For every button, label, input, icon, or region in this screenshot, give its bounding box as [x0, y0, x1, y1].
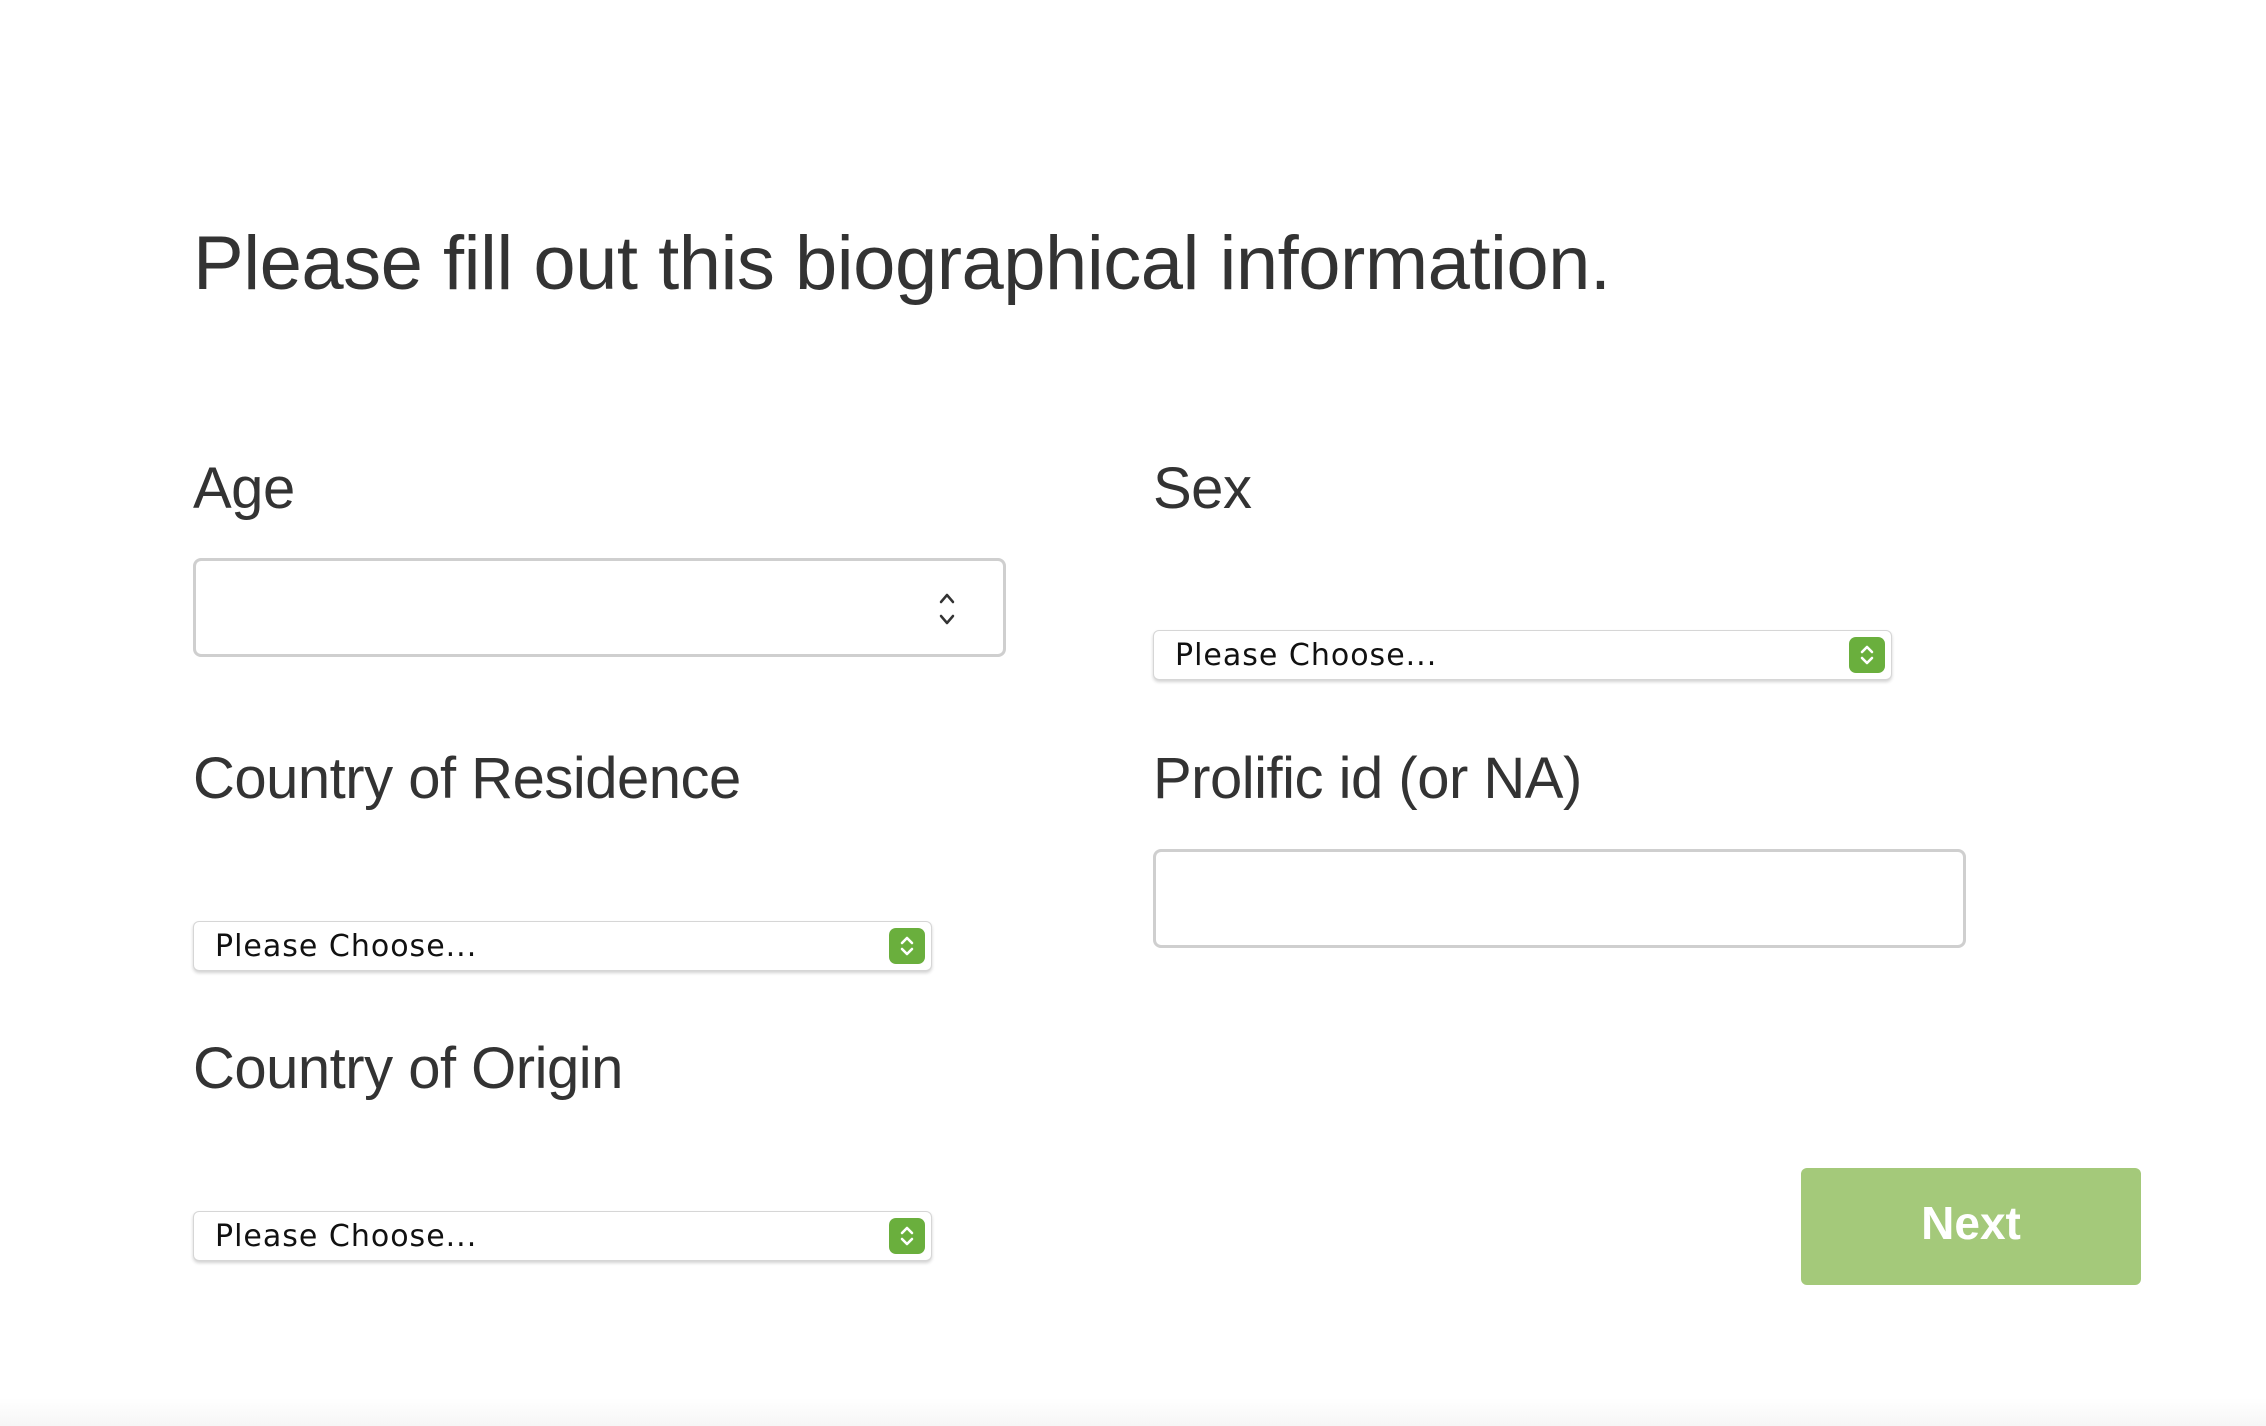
- up-down-chevron-icon: [889, 928, 925, 964]
- up-down-chevron-icon: [889, 1218, 925, 1254]
- age-label: Age: [193, 456, 295, 521]
- country-of-origin-label: Country of Origin: [193, 1036, 623, 1101]
- country-of-origin-select-value: Please Choose...: [215, 1219, 478, 1254]
- country-of-residence-select-value: Please Choose...: [215, 929, 478, 964]
- next-button[interactable]: Next: [1801, 1168, 2141, 1285]
- spinner-up-icon[interactable]: [937, 591, 957, 605]
- age-field[interactable]: [193, 558, 1006, 657]
- sex-select-value: Please Choose...: [1175, 638, 1438, 673]
- country-of-residence-label: Country of Residence: [193, 746, 741, 811]
- page-bottom-edge: [0, 1398, 2266, 1426]
- sex-select[interactable]: Please Choose...: [1153, 630, 1892, 680]
- country-of-origin-select[interactable]: Please Choose...: [193, 1211, 932, 1261]
- number-spinner-icon[interactable]: [937, 591, 957, 627]
- spinner-down-icon[interactable]: [937, 613, 957, 627]
- page-title: Please fill out this biographical inform…: [193, 221, 1611, 306]
- sex-label: Sex: [1153, 456, 1252, 521]
- prolific-id-field[interactable]: [1153, 849, 1966, 948]
- up-down-chevron-icon: [1849, 637, 1885, 673]
- country-of-residence-select[interactable]: Please Choose...: [193, 921, 932, 971]
- prolific-id-label: Prolific id (or NA): [1153, 746, 1582, 811]
